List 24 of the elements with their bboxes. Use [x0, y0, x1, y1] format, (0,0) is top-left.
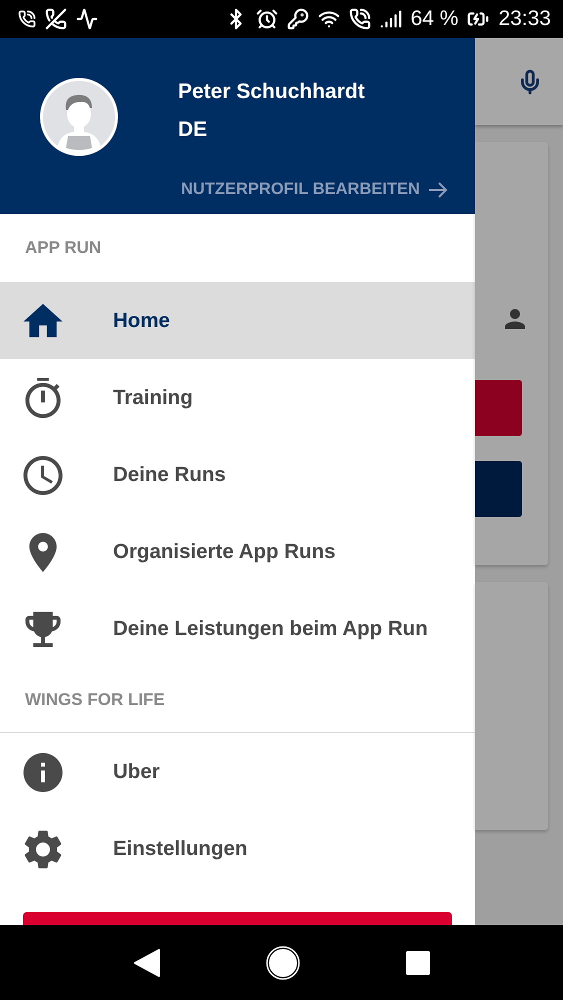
section-title: APP RUN	[25, 238, 102, 258]
activity-icon	[76, 8, 98, 30]
muted-phone-icon	[45, 8, 67, 30]
recent-apps-icon[interactable]	[406, 950, 430, 974]
signal-icon	[380, 8, 402, 30]
arrow-right-icon	[428, 180, 448, 198]
clock-time: 23:33	[498, 7, 551, 31]
avatar-icon	[40, 78, 118, 156]
settings-icon	[23, 828, 63, 868]
alarm-icon	[256, 8, 278, 30]
key-icon	[286, 8, 309, 30]
clock-icon	[23, 454, 63, 494]
user-name: Peter Schuchhardt	[178, 80, 365, 104]
battery-percent: 64 %	[410, 7, 458, 31]
menu-item[interactable]: Home	[0, 282, 475, 359]
stopwatch-icon	[23, 378, 63, 418]
info-icon	[23, 752, 63, 792]
edit-profile-link[interactable]: NUTZERPROFIL BEARBEITEN	[181, 180, 448, 199]
back-icon[interactable]	[132, 948, 161, 978]
wifi-call-icon	[348, 8, 371, 30]
user-country: DE	[178, 118, 208, 142]
wifi-call-icon	[18, 10, 36, 28]
section-title: WINGS FOR LIFE	[25, 690, 165, 710]
home-nav-icon[interactable]	[266, 946, 300, 980]
